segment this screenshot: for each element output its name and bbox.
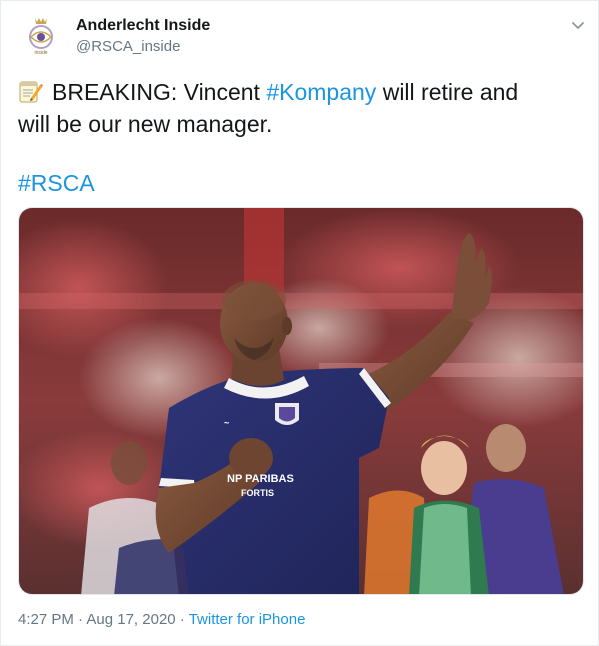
tweet-line-2: will be our new manager. — [18, 111, 273, 137]
tweet-line-1: BREAKING: Vincent #Kompany will retire a… — [18, 76, 583, 108]
chevron-down-icon[interactable] — [570, 17, 586, 33]
shirt-sponsor-line1: NP PARIBAS — [227, 473, 294, 485]
tweet-card: inside Anderlecht Inside @RSCA_inside BR… — [0, 0, 599, 646]
footer-separator: · — [175, 611, 189, 628]
tweet-text: BREAKING: Vincent #Kompany will retire a… — [18, 76, 583, 140]
rsca-crest-icon: inside — [19, 13, 63, 57]
avatar[interactable]: inside — [19, 13, 63, 57]
tweet-time[interactable]: 4:27 PM — [18, 611, 74, 628]
author-handle[interactable]: @RSCA_inside — [76, 38, 180, 55]
tweet-footer: 4:27 PM · Aug 17, 2020 · Twitter for iPh… — [18, 611, 305, 628]
tweet-header: inside Anderlecht Inside @RSCA_inside — [1, 1, 599, 67]
tweet-date[interactable]: Aug 17, 2020 — [86, 611, 175, 628]
hashtag-rsca[interactable]: #RSCA — [18, 170, 95, 196]
avatar-label: inside — [34, 50, 47, 56]
shirt-sponsor-line2: FORTIS — [241, 488, 274, 498]
memo-pencil-icon — [18, 79, 43, 104]
breaking-text: BREAKING: Vincent — [52, 79, 267, 105]
author-name[interactable]: Anderlecht Inside — [76, 17, 210, 35]
tweet-photo[interactable]: ~ NP PARIBAS FORTIS — [18, 207, 584, 595]
tweet-source[interactable]: Twitter for iPhone — [189, 611, 306, 628]
hashtag-kompany[interactable]: #Kompany — [266, 79, 376, 105]
footer-separator: · — [73, 611, 87, 628]
retire-text: will retire and — [376, 79, 519, 105]
svg-text:~: ~ — [224, 418, 229, 428]
